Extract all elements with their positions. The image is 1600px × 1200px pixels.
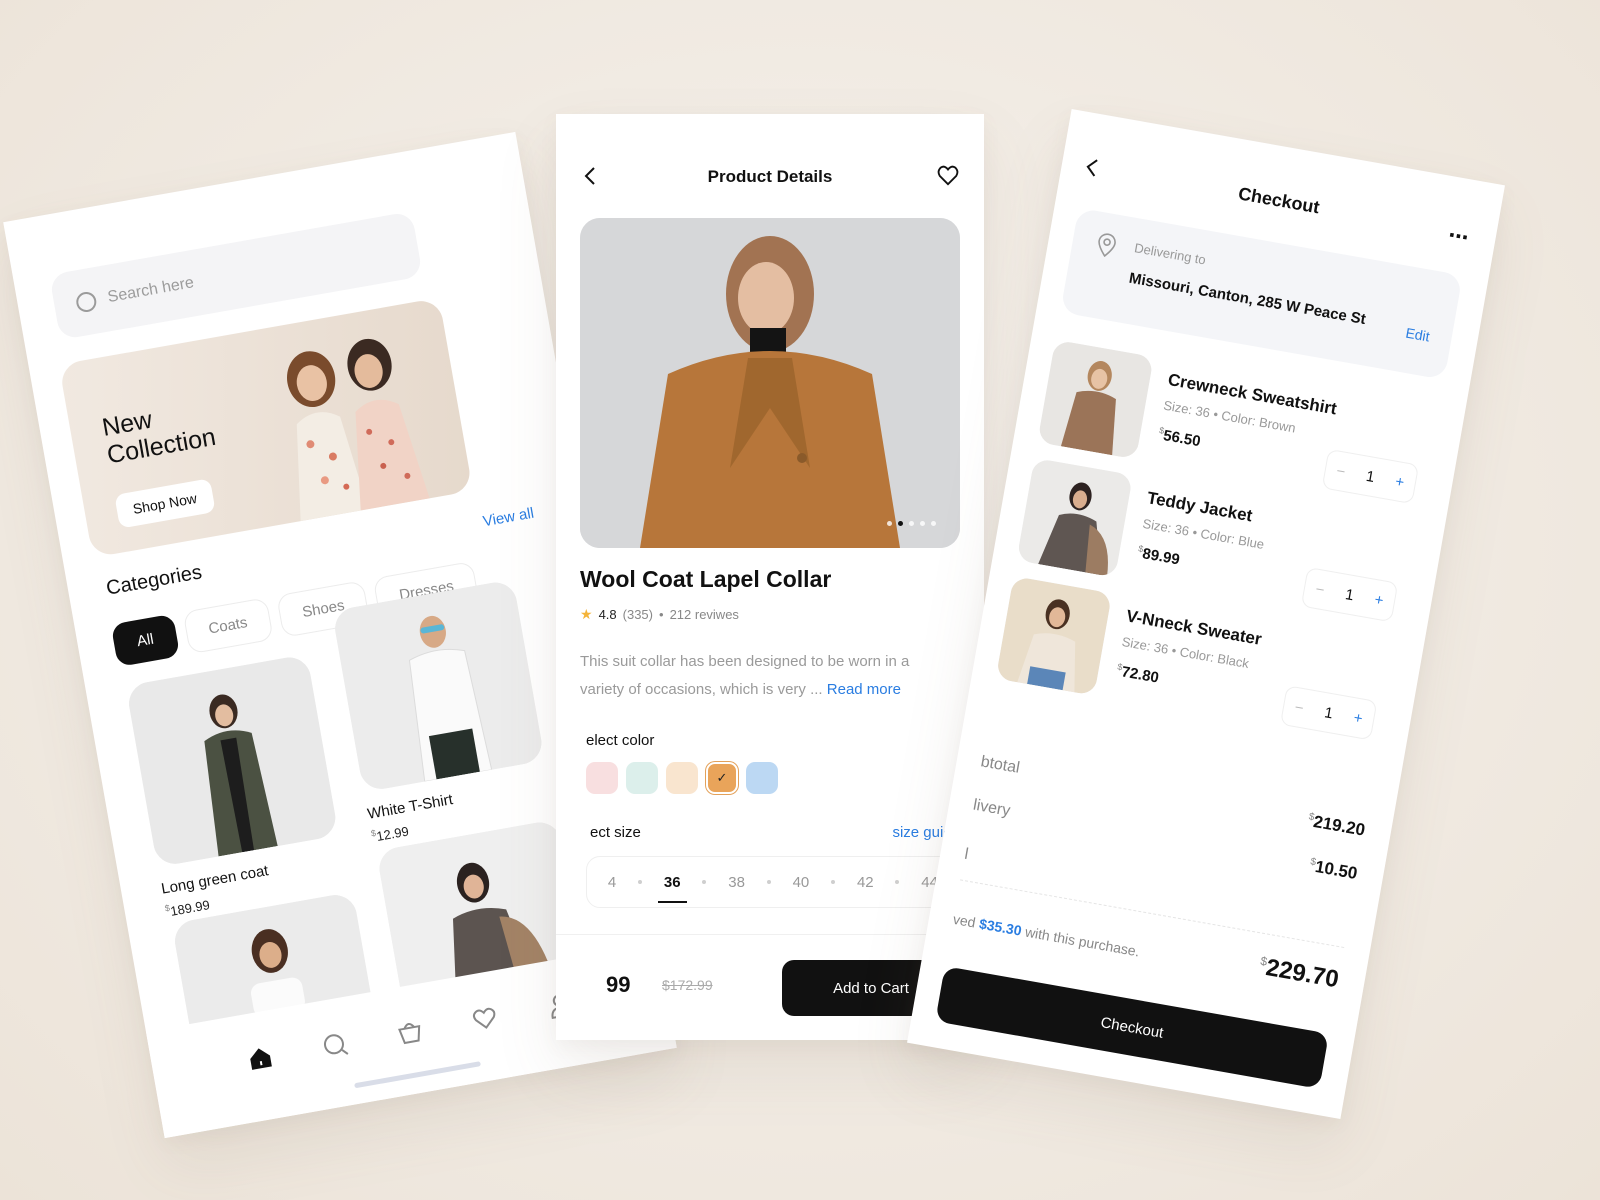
color-swatch[interactable] bbox=[586, 762, 618, 794]
subtotal-label: btotal bbox=[979, 753, 1021, 777]
rating-row: ★ 4.8 (335) • 212 reviwes bbox=[580, 606, 739, 622]
plus-icon[interactable]: + bbox=[1394, 473, 1406, 491]
product-image bbox=[331, 579, 545, 793]
banner-models-image bbox=[286, 338, 430, 522]
chip-coats[interactable]: Coats bbox=[182, 597, 274, 655]
cart-item-price: $56.50 bbox=[1158, 425, 1202, 451]
location-pin-icon bbox=[1094, 232, 1119, 264]
cart-item-price: $89.99 bbox=[1137, 543, 1181, 569]
total-value: $229.70 bbox=[1259, 953, 1341, 994]
size-option[interactable]: 4 bbox=[608, 874, 616, 891]
product-details-screen: Product Details Wool Coat Lapel Collar ★… bbox=[556, 114, 984, 1040]
color-swatch[interactable] bbox=[626, 762, 658, 794]
home-icon[interactable] bbox=[244, 1042, 276, 1074]
size-option[interactable]: 42 bbox=[857, 874, 874, 891]
image-carousel-dots[interactable] bbox=[887, 521, 936, 526]
color-swatches: ✓ bbox=[586, 762, 778, 794]
divider bbox=[556, 934, 984, 935]
total-label: l bbox=[963, 845, 970, 864]
color-swatch[interactable] bbox=[746, 762, 778, 794]
view-all-link[interactable]: View all bbox=[482, 505, 536, 531]
current-price: 99 bbox=[606, 972, 631, 997]
quantity-stepper: − 1 + bbox=[1321, 448, 1420, 505]
checkout-button[interactable]: Checkout bbox=[935, 966, 1329, 1089]
plus-icon[interactable]: + bbox=[1373, 591, 1385, 609]
size-option[interactable]: 40 bbox=[793, 874, 810, 891]
cart-item-price: $72.80 bbox=[1116, 661, 1161, 687]
size-selector: 4 36 38 40 42 44 bbox=[586, 856, 960, 908]
check-icon: ✓ bbox=[716, 770, 728, 785]
delivering-label: Delivering to bbox=[1133, 240, 1208, 268]
more-icon[interactable]: ⋯ bbox=[1446, 223, 1472, 251]
quantity-stepper: − 1 + bbox=[1300, 566, 1399, 623]
product-image[interactable] bbox=[580, 218, 960, 548]
quantity-value: 1 bbox=[1323, 703, 1335, 722]
delivery-label: livery bbox=[971, 796, 1012, 820]
product-description: This suit collar has been designed to be… bbox=[580, 653, 910, 698]
rating-count: (335) bbox=[622, 607, 653, 622]
heart-icon[interactable] bbox=[936, 164, 960, 191]
checkout-screen: Checkout ⋯ Delivering to Missouri, Canto… bbox=[907, 108, 1505, 1120]
edit-address-link[interactable]: Edit bbox=[1404, 325, 1431, 345]
cart-item-image bbox=[995, 576, 1113, 696]
search-icon bbox=[74, 290, 98, 314]
chip-all[interactable]: All bbox=[110, 613, 180, 668]
cart-item-image bbox=[1016, 457, 1133, 578]
delivery-value: $10.50 bbox=[1309, 856, 1359, 884]
star-icon: ★ bbox=[580, 606, 593, 622]
select-size-label: ect size bbox=[590, 824, 641, 841]
size-option-selected[interactable]: 36 bbox=[658, 874, 687, 903]
color-swatch-selected[interactable]: ✓ bbox=[706, 762, 738, 794]
product-card[interactable]: White T-Shirt $12.99 bbox=[331, 579, 554, 845]
basket-icon[interactable] bbox=[394, 1016, 426, 1048]
subtotal-value: $219.20 bbox=[1307, 811, 1367, 840]
color-swatch[interactable] bbox=[666, 762, 698, 794]
plus-icon[interactable]: + bbox=[1352, 709, 1364, 727]
minus-icon[interactable]: − bbox=[1335, 462, 1347, 480]
search-icon[interactable] bbox=[319, 1029, 351, 1061]
product-name: Wool Coat Lapel Collar bbox=[580, 566, 832, 592]
savings-amount: $35.30 bbox=[977, 915, 1023, 939]
search-placeholder: Search here bbox=[106, 274, 196, 307]
categories-title: Categories bbox=[104, 561, 204, 600]
heart-icon[interactable] bbox=[469, 1002, 501, 1034]
quantity-stepper: − 1 + bbox=[1279, 685, 1378, 741]
page-title: Product Details bbox=[707, 167, 833, 186]
product-card[interactable]: Long green coat $189.99 bbox=[125, 654, 348, 920]
new-collection-banner[interactable]: New Collection Shop Now bbox=[58, 297, 473, 558]
minus-icon[interactable]: − bbox=[1293, 698, 1305, 716]
banner-title: New Collection bbox=[100, 405, 218, 470]
product-image bbox=[125, 654, 339, 868]
cart-item-image bbox=[1037, 339, 1154, 460]
quantity-value: 1 bbox=[1364, 467, 1376, 486]
delivery-address: Missouri, Canton, 285 W Peace St bbox=[1127, 269, 1368, 329]
rating-value: 4.8 bbox=[598, 607, 617, 622]
savings-note: ved $35.30 with this purchase. bbox=[951, 910, 1141, 960]
reviews-count: 212 reviwes bbox=[669, 607, 739, 622]
size-option[interactable]: 38 bbox=[728, 874, 745, 891]
shop-now-button[interactable]: Shop Now bbox=[114, 478, 216, 529]
quantity-value: 1 bbox=[1343, 585, 1356, 604]
select-color-label: elect color bbox=[586, 732, 655, 749]
old-price: $172.99 bbox=[662, 977, 713, 993]
minus-icon[interactable]: − bbox=[1314, 580, 1326, 598]
read-more-link[interactable]: Read more bbox=[827, 681, 901, 698]
